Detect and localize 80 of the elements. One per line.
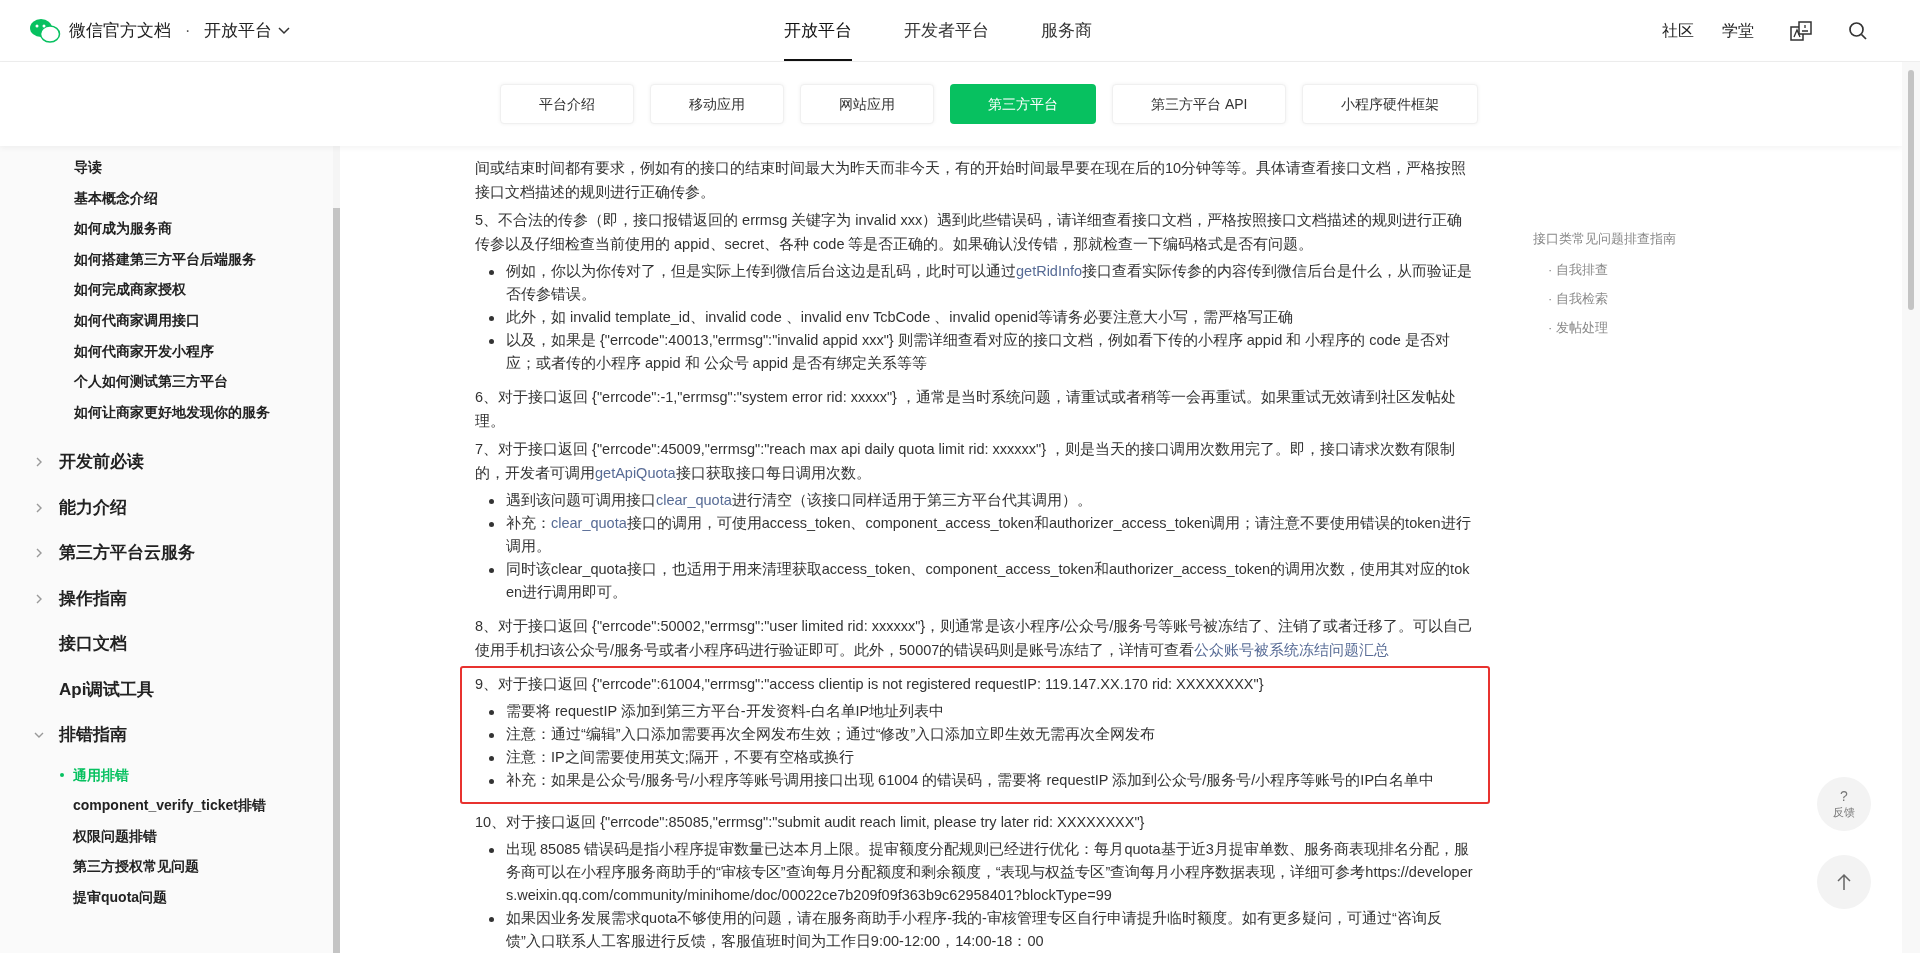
toc-item[interactable]: · 发帖处理 (1548, 312, 1753, 342)
bullet-icon (489, 270, 494, 275)
sidebar-item[interactable]: 基本概念介绍 (74, 182, 333, 214)
scrollbar[interactable] (1902, 62, 1920, 953)
paragraph: 8、对于接口返回 {"errcode":50002,"errmsg":"user limited rid: xxxxxx"}，则通常是该小程序/公众号/服务号等账号被冻结了、注销了或者迁移了。可以自己使用手机扫该公众号/服务号或者小程序码进行验证即可。此外，50007的错误码则是账号冻结了，详情可查看公众账号被系统冻结问题汇总 (475, 617, 1475, 660)
scrollbar[interactable] (333, 146, 340, 953)
paragraph: 6、对于接口返回 {"errcode":-1,"errmsg":"system error rid: xxxxx"} ，通常是当时系统问题，请重试或者稍等一会再重试。如果重试无效请到社区发帖处理。 (475, 388, 1457, 431)
header-link[interactable]: 学堂 (1722, 18, 1754, 43)
search-icon[interactable] (1848, 20, 1868, 41)
list-item: 以及，如果是 {"errcode":40013,"errmsg":"invalid appid xxx"} 则需详细查看对应的接口文档，例如看下传的小程序 appid 和 小程序的 code 是否对应；或者传的小程序 appid 和 公众号 appid 是否有绑定关系等等 (506, 331, 1451, 373)
sidebar-item[interactable]: 如何代商家调用接口 (74, 304, 333, 336)
doc-link[interactable]: getRidInfo (1016, 263, 1083, 279)
paragraph: 5、不合法的传参（即，接口报错返回的 errmsg 关键字为 invalid xxx）遇到此些错误码，请详细查看接口文档，严格按照接口文档描述的规则进行正确传参以及仔细检查当前使用的 appid、secret、各种 code 等是否正确的。如果确认没传错，那就检查一下编码格式是否有问题。 (475, 211, 1464, 254)
list-item: 补充：如果是公众号/服务号/小程序等账号调用接口出现 61004 的错误码，需要将 requestIP 添加到公众号/服务号/小程序等账号的IP白名单中 (506, 771, 1435, 790)
sidebar-section[interactable]: 接口文档 (59, 631, 127, 657)
nav-tab[interactable]: 服务商 (1041, 0, 1092, 61)
separator-dot: · (185, 20, 191, 41)
list-item: 注意：通过“编辑”入口添加需要再次全网发布生效；通过“修改”入口添加立即生效无需再次全网发布 (506, 725, 1156, 744)
bullet-icon (489, 756, 494, 761)
sidebar-section[interactable]: 能力介绍 (59, 494, 127, 521)
logo-icon[interactable] (29, 16, 61, 45)
doc-link[interactable]: getApiQuota (595, 465, 676, 481)
paragraph: 9、对于接口返回 {"errcode":61004,"errmsg":"access clientip is not registered requestIP: 119.147.XX.170 rid: XXXXXXXX"} (475, 675, 1265, 694)
nav-tab[interactable]: 开发者平台 (904, 0, 989, 61)
bullet-icon (489, 848, 494, 853)
sidebar-section[interactable]: 排错指南 (59, 722, 127, 748)
list-item: 出现 85085 错误码是指小程序提审数量已达本月上限。提审额度分配规则已经进行优化：每月quota基于近3月提审单数、服务商表现排名分配，服务商可以在小程序服务商助手的“审核专区”查询每月分配额度和剩余额度，“表现与权益专区”查询每月小程序数据表现，详细可参考https://developers.weixin.qq.com/community/minihome/doc/00022ce7b209f09f363b9c62958401?blockType=99 (506, 840, 1474, 905)
doc-link[interactable]: clear_quota (551, 515, 627, 531)
bullet-icon (489, 568, 494, 573)
category-tab[interactable]: 小程序硬件框架 (1302, 84, 1479, 124)
sidebar-item[interactable]: 如何成为服务商 (74, 213, 333, 244)
bullet-icon (489, 316, 494, 321)
sidebar-item[interactable]: 个人如何测试第三方平台 (74, 366, 333, 397)
bullet-icon (489, 917, 494, 922)
header-link[interactable]: 社区 (1662, 18, 1694, 43)
translate-icon[interactable] (1790, 19, 1812, 42)
bullet-icon (489, 710, 494, 715)
list-item: 补充：clear_quota接口的调用，可使用access_token、component_access_token和authorizer_access_token调用；请注意不要使用错误的token进行调用。 (506, 514, 1472, 556)
list-item: 遇到该问题可调用接口clear_quota进行清空（该接口同样适用于第三方平台代其调用）。 (506, 491, 1092, 510)
bullet-icon (489, 779, 494, 784)
sidebar-section[interactable]: Api调试工具 (59, 676, 155, 703)
paragraph: 间或结束时间都有要求，例如有的接口的结束时间最大为昨天而非今天，有的开始时间最早要在现在后的10分钟等等。具体请查看接口文档，严格按照接口文档描述的规则进行正确传参。 (475, 159, 1468, 202)
platform-dropdown[interactable]: 开放平台 (204, 17, 291, 44)
sidebar-item[interactable]: 权限问题排错 (73, 825, 157, 847)
site-title[interactable]: 微信官方文档 (69, 17, 171, 44)
bullet-icon (489, 499, 494, 504)
sidebar-section[interactable]: 开发前必读 (59, 449, 144, 475)
sidebar-item[interactable]: 导读 (74, 152, 333, 183)
sidebar-section[interactable]: 第三方平台云服务 (59, 540, 195, 566)
sidebar-item[interactable]: 第三方授权常见问题 (73, 856, 199, 878)
list-item: 例如，你以为你传对了，但是实际上传到微信后台这边是乱码，此时可以通过getRidInfo接口查看实际传参的内容传到微信后台是什么，从而验证是否传参错误。 (506, 262, 1474, 304)
bullet-icon (489, 522, 494, 527)
feedback-button[interactable]: ? 反馈 (1817, 777, 1871, 831)
list-item: 注意：IP之间需要使用英文;隔开，不要有空格或换行 (506, 748, 854, 767)
sidebar-item[interactable]: 如何让商家更好地发现你的服务 (74, 396, 333, 428)
list-item: 如果因业务发展需求quota不够使用的问题，请在服务商助手小程序-我的-审核管理专区自行申请提升临时额度。如有更多疑问，可通过“咨询反馈”入口联系人工客服进行反馈，客服值班时间为工作日9:00-12:00，14:00-18：00 (506, 909, 1443, 951)
arrow-up-icon (1836, 873, 1852, 891)
paragraph: 10、对于接口返回 {"errcode":85085,"errmsg":"submit audit reach limit, please try later rid: XXXXXXXX"} (475, 813, 1146, 832)
doc-link[interactable]: 公众账号被系统冻结问题汇总 (1194, 642, 1390, 658)
toc-title[interactable]: 接口类常见问题排查指南 (1533, 229, 1753, 249)
bullet-icon (489, 339, 494, 344)
sidebar-item[interactable]: 提审quota问题 (73, 887, 168, 908)
list-item: 此外，如 invalid template_id、invalid code 、invalid env TcbCode 、invalid openid等请务必要注意大小写，需严格写正确 (506, 308, 1293, 327)
sidebar-item[interactable]: component_verify_ticket排错 (73, 795, 266, 817)
toc-item[interactable]: · 自我检索 (1548, 283, 1753, 313)
category-tab[interactable]: 第三方平台 API (1112, 84, 1287, 124)
category-tab[interactable]: 移动应用 (650, 84, 784, 124)
sidebar-section[interactable]: 操作指南 (59, 585, 127, 612)
sidebar-item[interactable]: 如何完成商家授权 (74, 274, 333, 305)
category-tab[interactable]: 平台介绍 (500, 84, 634, 124)
sidebar-item[interactable]: 如何搭建第三方平台后端服务 (74, 243, 333, 275)
list-item: 需要将 requestIP 添加到第三方平台-开发资料-白名单IP地址列表中 (506, 702, 945, 721)
toc-item[interactable]: · 自我排查 (1548, 254, 1753, 284)
paragraph: 7、对于接口返回 {"errcode":45009,"errmsg":"reach max api daily quota limit rid: xxxxxx"} ，则是当天的接口调用次数用完了。即，接口请求次数有限制的，开发者可调用getApiQuota接口获取接口每日调用次数。 (475, 440, 1457, 483)
bullet-icon (489, 733, 494, 738)
caret-icon (278, 26, 291, 35)
list-item: 同时该clear_quota接口，也适用于用来清理获取access_token、component_access_token和authorizer_access_token的调用次数，使用其对应的token进行调用即可。 (506, 560, 1471, 602)
category-tab[interactable]: 网站应用 (800, 84, 934, 124)
sidebar-item[interactable]: 如何代商家开发小程序 (74, 335, 333, 367)
doc-link[interactable]: clear_quota (656, 492, 732, 508)
